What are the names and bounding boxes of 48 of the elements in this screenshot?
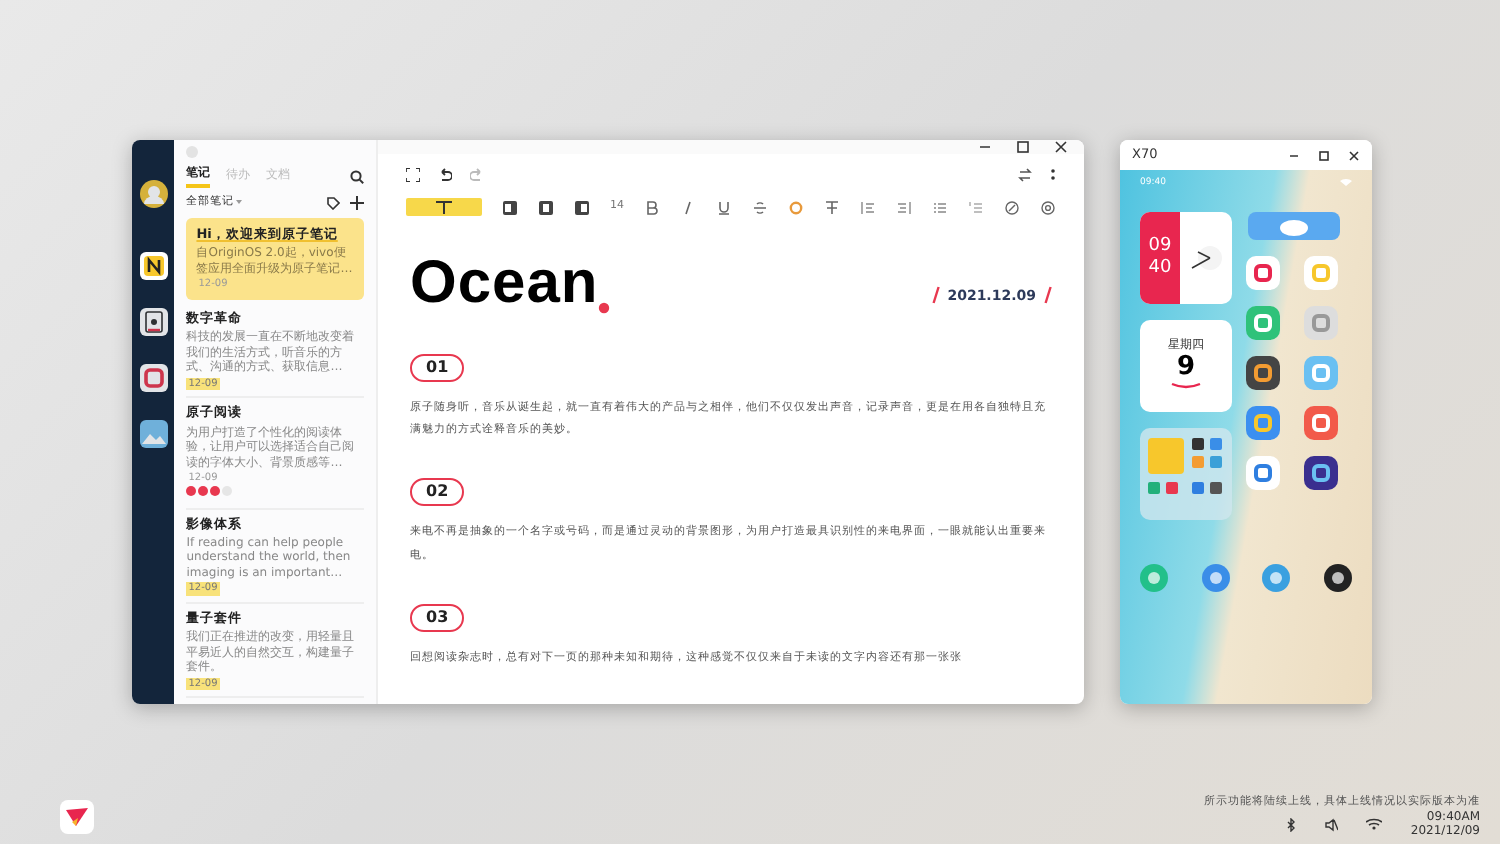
section-number: 01 bbox=[410, 354, 465, 382]
launcher-app-icon[interactable] bbox=[60, 799, 94, 833]
wifi-icon bbox=[1340, 178, 1352, 186]
search-icon[interactable] bbox=[350, 169, 364, 184]
text-color-icon[interactable] bbox=[824, 199, 840, 215]
bluetooth-icon[interactable] bbox=[1286, 817, 1297, 832]
avatar-icon[interactable] bbox=[139, 180, 168, 208]
maximize-icon[interactable] bbox=[1016, 140, 1030, 154]
weather-widget-icon bbox=[1248, 211, 1340, 240]
app-folder-icon bbox=[1140, 427, 1232, 520]
fullscreen-icon[interactable] bbox=[406, 168, 420, 182]
close-icon[interactable] bbox=[1054, 140, 1068, 154]
italic-icon[interactable] bbox=[680, 199, 696, 215]
more-icon[interactable] bbox=[1050, 168, 1056, 182]
note-heading: Ocean bbox=[410, 254, 599, 314]
caret-icon[interactable] bbox=[234, 198, 245, 207]
clock-hour: 09 bbox=[1148, 235, 1172, 258]
layout-icon[interactable] bbox=[538, 199, 554, 215]
smile-line-icon bbox=[1170, 382, 1202, 391]
slash-icon bbox=[931, 286, 940, 305]
color-wheel-icon[interactable] bbox=[788, 199, 804, 215]
slash-icon bbox=[1044, 286, 1052, 305]
clock-minute: 40 bbox=[1148, 257, 1172, 280]
square-app-icon[interactable] bbox=[139, 364, 168, 392]
calendar-day: 9 bbox=[1176, 353, 1196, 383]
mute-icon[interactable] bbox=[1324, 817, 1339, 832]
window-dot-icon bbox=[186, 145, 199, 157]
section-number: 02 bbox=[410, 478, 465, 507]
minimize-icon[interactable] bbox=[1288, 149, 1300, 161]
minimize-icon[interactable] bbox=[978, 140, 992, 154]
calendar-app-icon[interactable] bbox=[139, 308, 168, 336]
layout-icon[interactable] bbox=[574, 199, 590, 215]
bold-icon[interactable] bbox=[644, 199, 660, 215]
wifi-icon[interactable] bbox=[1366, 818, 1383, 831]
checkbox-icon[interactable] bbox=[1004, 199, 1020, 215]
layout-icon[interactable] bbox=[502, 199, 518, 215]
settings-icon[interactable] bbox=[1040, 199, 1056, 215]
maximize-icon[interactable] bbox=[1318, 149, 1330, 161]
section-number: 03 bbox=[410, 603, 465, 632]
text-style-icon[interactable] bbox=[406, 198, 482, 216]
underline-icon[interactable] bbox=[716, 199, 732, 215]
close-icon[interactable] bbox=[1348, 149, 1360, 161]
tag-icon[interactable] bbox=[326, 195, 340, 210]
strikethrough-icon[interactable] bbox=[752, 199, 768, 215]
sync-icon[interactable] bbox=[1018, 168, 1032, 182]
add-icon[interactable] bbox=[350, 195, 364, 210]
dot-icon bbox=[598, 302, 611, 314]
undo-icon[interactable] bbox=[438, 168, 452, 182]
